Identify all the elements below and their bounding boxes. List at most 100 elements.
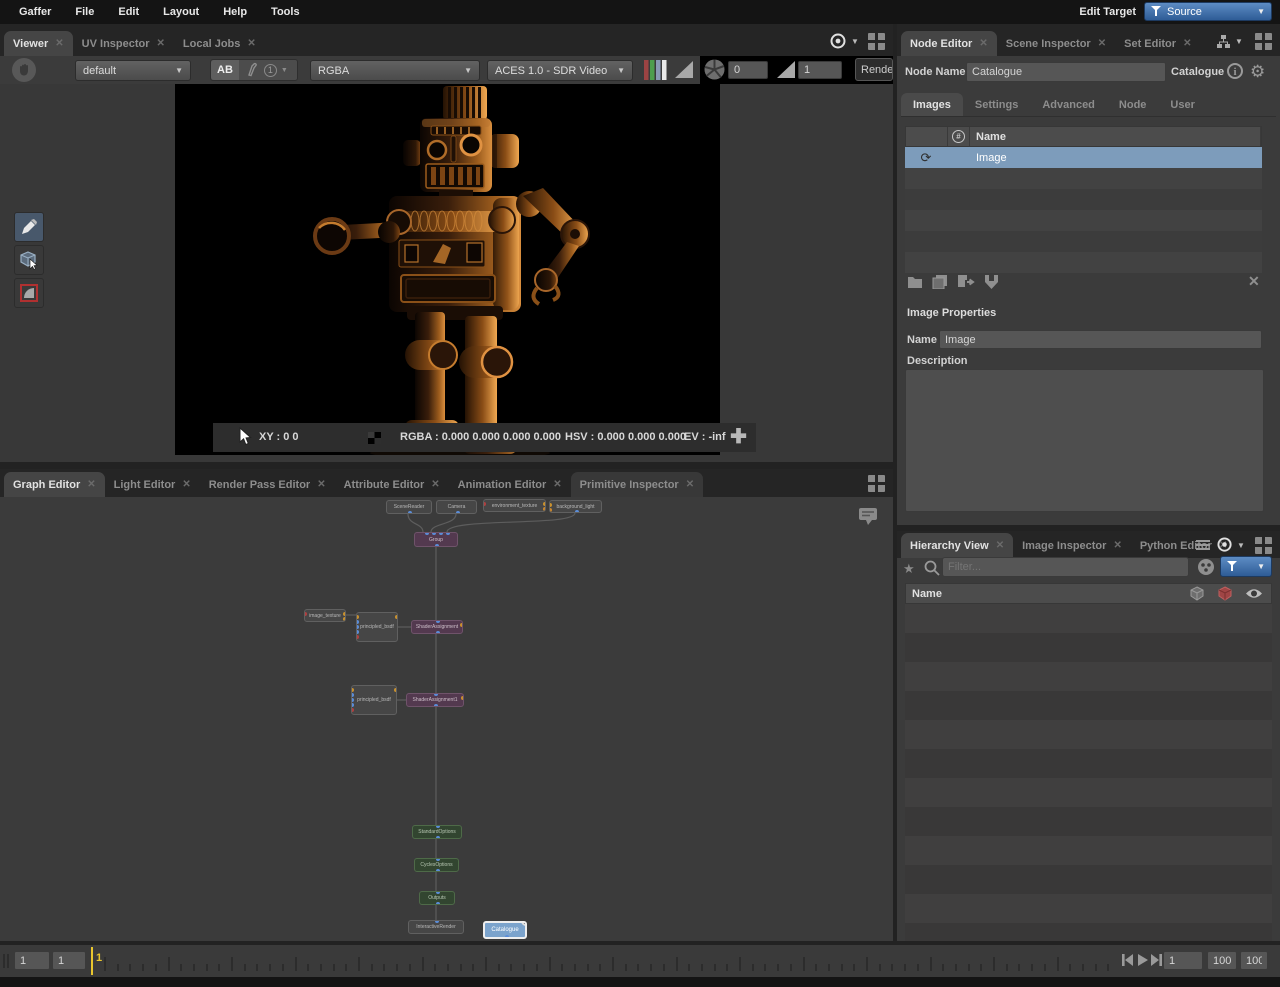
chevron-down-icon[interactable]: ▼ bbox=[851, 37, 859, 46]
image-row-selected[interactable]: ⟳ Image bbox=[905, 147, 1262, 168]
description-textarea[interactable] bbox=[905, 369, 1264, 512]
node-plug[interactable] bbox=[543, 502, 546, 506]
timeline-ruler[interactable] bbox=[104, 947, 1118, 975]
selection-tool[interactable] bbox=[14, 245, 44, 275]
scene-filter-dropdown[interactable]: ▼ bbox=[1220, 556, 1272, 577]
node-plug[interactable] bbox=[460, 623, 463, 627]
node-plug[interactable] bbox=[432, 532, 436, 535]
tab-uv-inspector[interactable]: UV Inspector✕ bbox=[73, 31, 174, 56]
graph-node-ShaderAssignment1[interactable]: ShaderAssignment1 bbox=[406, 693, 464, 707]
node-plug[interactable] bbox=[351, 698, 354, 702]
node-plug[interactable] bbox=[575, 510, 579, 513]
graph-node-principled_bsdf[interactable]: principled_bsdf bbox=[351, 685, 397, 715]
image-name-input[interactable] bbox=[939, 330, 1262, 349]
tab-hierarchy-view[interactable]: Hierarchy View✕ bbox=[901, 533, 1013, 558]
graph-node-SceneReader[interactable]: SceneReader bbox=[386, 500, 432, 514]
follow-scene-icon[interactable] bbox=[1217, 537, 1233, 553]
graph-canvas[interactable]: SceneReaderCameraenvironment_textureback… bbox=[0, 497, 893, 941]
node-plug[interactable] bbox=[439, 532, 443, 535]
wipe-pen-icon[interactable] bbox=[242, 62, 260, 78]
node-plug[interactable] bbox=[356, 625, 359, 629]
close-icon[interactable]: ✕ bbox=[553, 479, 561, 490]
subtab-node[interactable]: Node bbox=[1107, 93, 1159, 116]
layout-grid-icon[interactable] bbox=[868, 475, 885, 492]
playback-end-input[interactable] bbox=[1240, 951, 1268, 970]
graph-node-Catalogue[interactable]: Catalogue bbox=[483, 921, 527, 939]
tab-viewer[interactable]: Viewer✕ bbox=[4, 31, 73, 56]
gradient-ramp-icon[interactable] bbox=[674, 60, 694, 79]
node-plug[interactable] bbox=[351, 693, 354, 697]
tab-animation-editor[interactable]: Animation Editor✕ bbox=[449, 472, 571, 497]
tab-attribute-editor[interactable]: Attribute Editor✕ bbox=[335, 472, 449, 497]
display-transform-select[interactable]: ACES 1.0 - SDR Video▼ bbox=[487, 60, 633, 81]
graph-node-ShaderAssignment[interactable]: ShaderAssignment bbox=[411, 620, 463, 634]
node-plug[interactable] bbox=[408, 511, 412, 514]
node-plug[interactable] bbox=[434, 704, 438, 707]
node-plug[interactable] bbox=[505, 935, 509, 939]
node-plug[interactable] bbox=[351, 703, 354, 707]
skip-end-icon[interactable] bbox=[1150, 953, 1163, 967]
tab-primitive-inspector[interactable]: Primitive Inspector✕ bbox=[571, 472, 703, 497]
red-cube-icon[interactable] bbox=[1217, 586, 1233, 601]
node-plug[interactable] bbox=[461, 696, 464, 700]
node-plug[interactable] bbox=[304, 612, 307, 616]
close-icon[interactable]: ✕ bbox=[55, 38, 63, 49]
info-icon[interactable]: i bbox=[1227, 63, 1243, 79]
tab-light-editor[interactable]: Light Editor✕ bbox=[105, 472, 200, 497]
node-plug[interactable] bbox=[436, 631, 440, 634]
subtab-advanced[interactable]: Advanced bbox=[1030, 93, 1107, 116]
close-icon[interactable]: ✕ bbox=[87, 479, 95, 490]
play-icon[interactable] bbox=[1137, 953, 1149, 967]
new-image-icon[interactable] bbox=[907, 274, 923, 289]
tab-scene-inspector[interactable]: Scene Inspector✕ bbox=[997, 31, 1115, 56]
tab-graph-editor[interactable]: Graph Editor✕ bbox=[4, 472, 105, 497]
timeline-grip[interactable] bbox=[3, 954, 9, 968]
menu-help[interactable]: Help bbox=[212, 0, 258, 24]
node-plug[interactable] bbox=[356, 615, 359, 619]
gamma-ramp-icon[interactable] bbox=[776, 60, 796, 79]
gear-icon[interactable]: ⚙ bbox=[1250, 62, 1265, 82]
bookmark-star-icon[interactable]: ★ bbox=[903, 561, 915, 577]
node-plug[interactable] bbox=[436, 891, 440, 894]
graph-node-principled_bsdf[interactable]: principled_bsdf bbox=[356, 612, 398, 642]
menu-file[interactable]: File bbox=[64, 0, 105, 24]
node-plug[interactable] bbox=[436, 902, 440, 905]
menu-gaffer[interactable]: Gaffer bbox=[8, 0, 62, 24]
render-button[interactable]: Render bbox=[855, 58, 893, 81]
layout-grid-icon[interactable] bbox=[1255, 33, 1272, 50]
gamma-input[interactable] bbox=[798, 61, 842, 79]
close-icon[interactable]: ✕ bbox=[157, 38, 165, 49]
duplicate-image-icon[interactable] bbox=[932, 274, 948, 289]
graph-node-environment_texture[interactable]: environment_texture bbox=[483, 499, 546, 512]
node-plug[interactable] bbox=[543, 507, 546, 511]
node-plug[interactable] bbox=[435, 920, 439, 923]
close-icon[interactable]: ✕ bbox=[686, 479, 694, 490]
close-icon[interactable]: ✕ bbox=[1183, 38, 1191, 49]
tab-render-pass-editor[interactable]: Render Pass Editor✕ bbox=[200, 472, 335, 497]
node-plug[interactable] bbox=[549, 503, 552, 507]
node-plug[interactable] bbox=[446, 532, 450, 535]
hierarchy-filter-input[interactable] bbox=[942, 557, 1189, 577]
node-plug[interactable] bbox=[436, 620, 440, 623]
viewer-layer-select[interactable]: default▼ bbox=[75, 60, 191, 81]
node-plug[interactable] bbox=[436, 836, 440, 839]
node-plug[interactable] bbox=[343, 612, 346, 616]
node-plug[interactable] bbox=[356, 635, 359, 639]
name-column-header[interactable]: Name bbox=[970, 127, 1261, 146]
range-end-input[interactable] bbox=[1207, 951, 1237, 970]
node-plug[interactable] bbox=[549, 508, 552, 512]
follow-scene-icon[interactable] bbox=[830, 33, 847, 50]
graph-node-StandardOptions[interactable]: StandardOptions bbox=[412, 825, 462, 839]
edit-target-dropdown[interactable]: Source ▼ bbox=[1144, 2, 1272, 21]
close-icon[interactable]: ✕ bbox=[431, 479, 439, 490]
close-icon[interactable]: ✕ bbox=[979, 38, 987, 49]
tab-node-editor[interactable]: Node Editor✕ bbox=[901, 31, 997, 56]
layout-grid-icon[interactable] bbox=[1255, 537, 1272, 554]
node-plug[interactable] bbox=[343, 617, 346, 621]
export-image-icon[interactable] bbox=[957, 274, 975, 289]
subtab-settings[interactable]: Settings bbox=[963, 93, 1030, 116]
close-icon[interactable]: ✕ bbox=[317, 479, 325, 490]
menu-tools[interactable]: Tools bbox=[260, 0, 311, 24]
channel-bars-icon[interactable] bbox=[643, 58, 668, 82]
compare-frame-badge[interactable]: 1 bbox=[264, 64, 277, 77]
